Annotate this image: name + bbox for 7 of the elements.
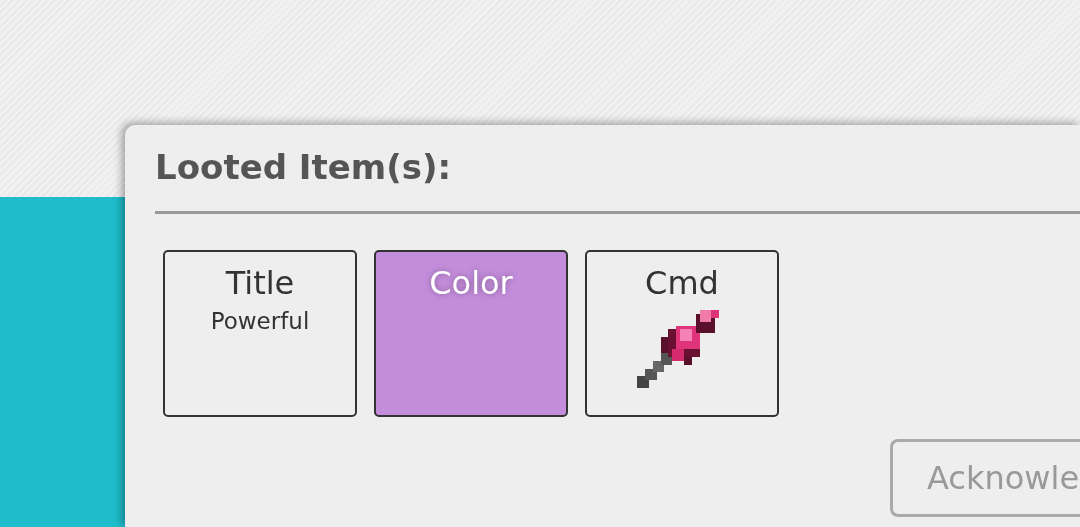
tile-label: Title — [225, 264, 295, 302]
tile-detail: Powerful — [210, 308, 310, 334]
tile-label: Color — [429, 264, 513, 302]
item-tile[interactable]: Cmd — [585, 250, 779, 417]
item-tile[interactable]: Title Powerful — [163, 250, 357, 417]
tile-label: Cmd — [645, 264, 719, 302]
dialog-title: Looted Item(s): — [155, 147, 453, 189]
